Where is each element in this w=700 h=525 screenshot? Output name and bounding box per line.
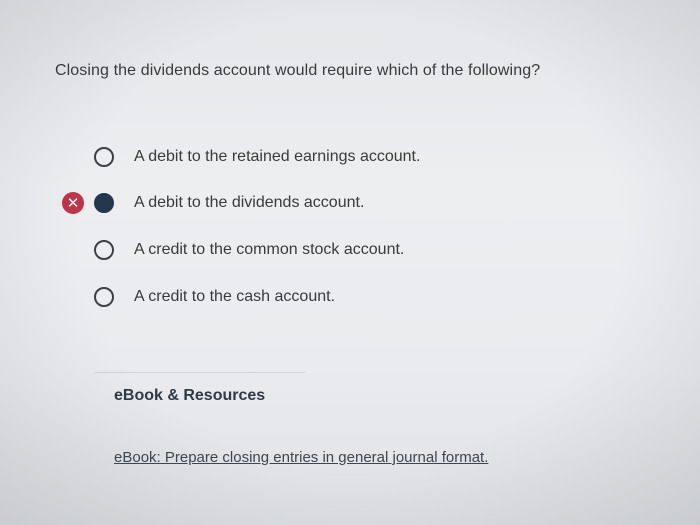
option-1[interactable]: A debit to the retained earnings account… [60,144,420,170]
option-2-mark-slot: ✕ [60,190,86,216]
ebook-link[interactable]: eBook: Prepare closing entries in genera… [114,449,488,466]
incorrect-x-icon: ✕ [62,192,84,214]
ebook-resources-heading[interactable]: eBook & Resources [114,387,265,405]
option-4-mark-slot [60,284,86,310]
option-2-radio-selected[interactable] [94,193,114,213]
option-1-mark-slot [60,144,86,170]
option-2-label[interactable]: A debit to the dividends account. [134,194,364,212]
option-4[interactable]: A credit to the cash account. [60,284,335,310]
section-divider [95,372,305,373]
option-1-label[interactable]: A debit to the retained earnings account… [134,148,420,166]
option-4-radio[interactable] [94,287,114,307]
option-3-mark-slot [60,237,86,263]
option-4-label[interactable]: A credit to the cash account. [134,288,335,306]
question-text: Closing the dividends account would requ… [55,62,541,79]
option-3-label[interactable]: A credit to the common stock account. [134,241,404,259]
option-2[interactable]: ✕ A debit to the dividends account. [60,190,364,216]
option-1-radio[interactable] [94,147,114,167]
option-3[interactable]: A credit to the common stock account. [60,237,404,263]
option-3-radio[interactable] [94,240,114,260]
